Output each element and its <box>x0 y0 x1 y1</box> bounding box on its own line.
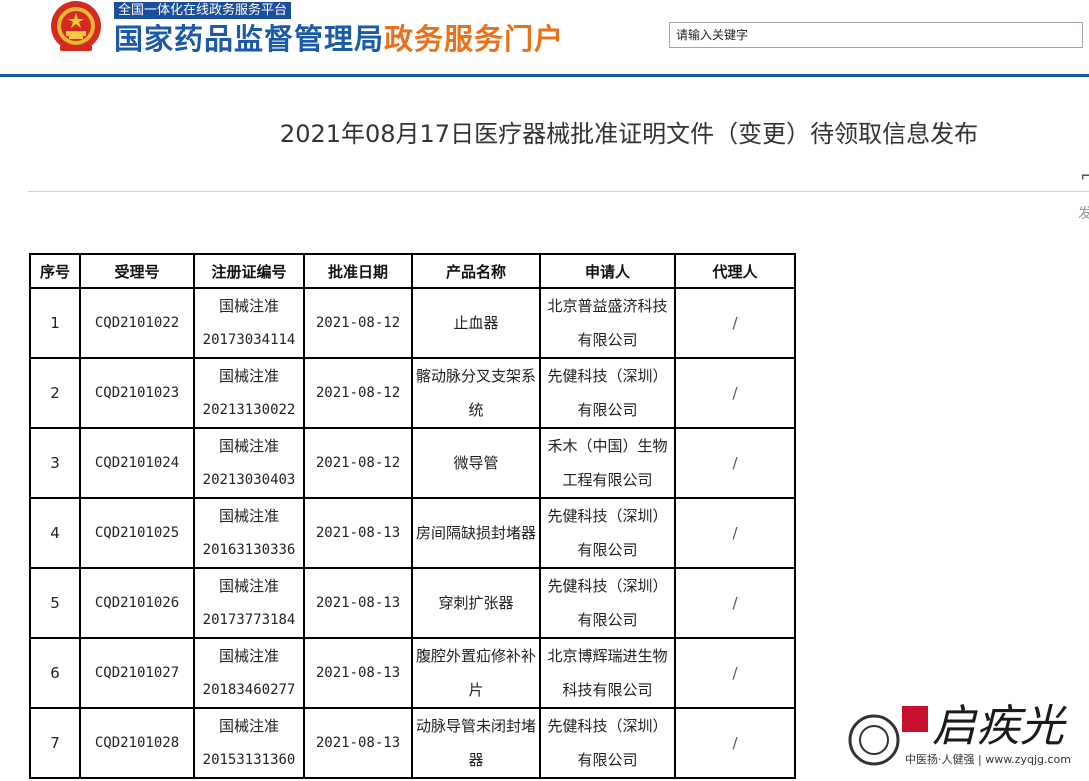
cert-number: 20213030403 <box>202 472 296 488</box>
cell-index: 4 <box>29 497 81 569</box>
column-header: 批准日期 <box>303 253 413 289</box>
cell-product: 穿刺扩张器 <box>411 567 541 639</box>
cell-date: 2021-08-12 <box>303 427 413 499</box>
cert-prefix: 国械注准 <box>218 647 279 665</box>
search-box[interactable] <box>669 22 1083 48</box>
cell-cert-no: 国械注准 20173773184 <box>193 567 305 639</box>
cell-date: 2021-08-13 <box>303 637 413 709</box>
article-title: 2021年08月17日医疗器械批准证明文件（变更）待领取信息发布 <box>279 120 979 148</box>
column-header: 申请人 <box>539 253 676 289</box>
edge-print-icon[interactable]: ⌐ <box>1080 166 1089 187</box>
cell-product: 髂动脉分叉支架系统 <box>411 357 541 429</box>
table-row: 6 CQD2101027 国械注准 20183460277 2021-08-13 … <box>29 637 796 709</box>
column-header: 受理号 <box>79 253 195 289</box>
cell-product: 动脉导管未闭封堵器 <box>411 707 541 779</box>
cell-product: 微导管 <box>411 427 541 499</box>
cell-index: 3 <box>29 427 81 499</box>
cell-date: 2021-08-13 <box>303 567 413 639</box>
watermark-logo-text: 启疾光 <box>932 701 1064 752</box>
cell-agent: / <box>674 497 796 569</box>
cell-index: 5 <box>29 567 81 639</box>
cell-product: 止血器 <box>411 287 541 359</box>
cert-prefix: 国械注准 <box>218 507 279 525</box>
site-title[interactable]: 国家药品监督管理局政务服务门户 <box>114 20 564 58</box>
column-header: 产品名称 <box>411 253 541 289</box>
cell-index: 2 <box>29 357 81 429</box>
table-row: 5 CQD2101026 国械注准 20173773184 2021-08-13 … <box>29 567 796 639</box>
cell-agent: / <box>674 427 796 499</box>
cell-date: 2021-08-12 <box>303 287 413 359</box>
cell-index: 7 <box>29 707 81 779</box>
table-header-row: 序号 受理号 注册证编号 批准日期 产品名称 申请人 代理人 <box>29 253 796 289</box>
national-emblem-logo[interactable] <box>48 0 104 56</box>
cell-cert-no: 国械注准 20213030403 <box>193 427 305 499</box>
cell-date: 2021-08-13 <box>303 497 413 569</box>
cell-accept-no: CQD2101028 <box>79 707 195 779</box>
title-divider <box>28 191 1089 192</box>
cell-cert-no: 国械注准 20153131360 <box>193 707 305 779</box>
cell-date: 2021-08-13 <box>303 707 413 779</box>
cert-number: 20183460277 <box>202 682 296 698</box>
cell-agent: / <box>674 357 796 429</box>
cell-accept-no: CQD2101025 <box>79 497 195 569</box>
table-row: 4 CQD2101025 国械注准 20163130336 2021-08-13 … <box>29 497 796 569</box>
cell-accept-no: CQD2101026 <box>79 567 195 639</box>
cell-agent: / <box>674 567 796 639</box>
site-title-agency: 国家药品监督管理局 <box>114 22 385 56</box>
cert-prefix: 国械注准 <box>218 577 279 595</box>
cell-applicant: 禾木（中国）生物工程有限公司 <box>539 427 676 499</box>
column-header: 序号 <box>29 253 81 289</box>
cell-product: 房间隔缺损封堵器 <box>411 497 541 569</box>
cert-number: 20173034114 <box>202 332 296 348</box>
cell-cert-no: 国械注准 20163130336 <box>193 497 305 569</box>
cell-accept-no: CQD2101024 <box>79 427 195 499</box>
cell-cert-no: 国械注准 20173034114 <box>193 287 305 359</box>
table-row: 2 CQD2101023 国械注准 20213130022 2021-08-12 … <box>29 357 796 429</box>
cert-number: 20153131360 <box>202 752 296 768</box>
table-row: 3 CQD2101024 国械注准 20213030403 2021-08-12 … <box>29 427 796 499</box>
cell-accept-no: CQD2101022 <box>79 287 195 359</box>
search-input[interactable] <box>670 23 1082 47</box>
cert-prefix: 国械注准 <box>218 717 279 735</box>
cell-index: 1 <box>29 287 81 359</box>
cell-applicant: 北京博辉瑞进生物科技有限公司 <box>539 637 676 709</box>
cell-index: 6 <box>29 637 81 709</box>
cert-prefix: 国械注准 <box>218 297 279 315</box>
column-header: 注册证编号 <box>193 253 305 289</box>
table-row: 1 CQD2101022 国械注准 20173034114 2021-08-12 … <box>29 287 796 359</box>
cert-prefix: 国械注准 <box>218 367 279 385</box>
cell-accept-no: CQD2101023 <box>79 357 195 429</box>
cell-date: 2021-08-12 <box>303 357 413 429</box>
site-title-portal: 政务服务门户 <box>384 22 565 56</box>
cell-applicant: 先健科技（深圳）有限公司 <box>539 567 676 639</box>
cell-agent: / <box>674 637 796 709</box>
column-header: 代理人 <box>674 253 796 289</box>
watermark-site-text: 中医扬·人健强 | www.zyqjg.com <box>905 753 1071 766</box>
platform-tagline[interactable]: 全国一体化在线政务服务平台 <box>114 2 292 19</box>
header-divider <box>0 74 1089 77</box>
cell-agent: / <box>674 287 796 359</box>
cert-prefix: 国械注准 <box>218 437 279 455</box>
cert-number: 20173773184 <box>202 612 296 628</box>
cell-applicant: 北京普益盛济科技有限公司 <box>539 287 676 359</box>
edge-publish-label: 发 <box>1078 206 1089 222</box>
cell-applicant: 先健科技（深圳）有限公司 <box>539 497 676 569</box>
cell-applicant: 先健科技（深圳）有限公司 <box>539 357 676 429</box>
cell-agent: / <box>674 707 796 779</box>
cell-cert-no: 国械注准 20183460277 <box>193 637 305 709</box>
cell-product: 腹腔外置疝修补补片 <box>411 637 541 709</box>
cert-number: 20213130022 <box>202 402 296 418</box>
approval-table-wrapper: 序号 受理号 注册证编号 批准日期 产品名称 申请人 代理人 1 CQD2101… <box>29 253 796 779</box>
cell-accept-no: CQD2101027 <box>79 637 195 709</box>
cell-cert-no: 国械注准 20213130022 <box>193 357 305 429</box>
cell-applicant: 先健科技（深圳）有限公司 <box>539 707 676 779</box>
cert-number: 20163130336 <box>202 542 296 558</box>
table-row: 7 CQD2101028 国械注准 20153131360 2021-08-13 … <box>29 707 796 779</box>
site-header: 全国一体化在线政务服务平台 国家药品监督管理局政务服务门户 <box>0 0 1089 80</box>
approval-table: 序号 受理号 注册证编号 批准日期 产品名称 申请人 代理人 1 CQD2101… <box>29 253 796 779</box>
